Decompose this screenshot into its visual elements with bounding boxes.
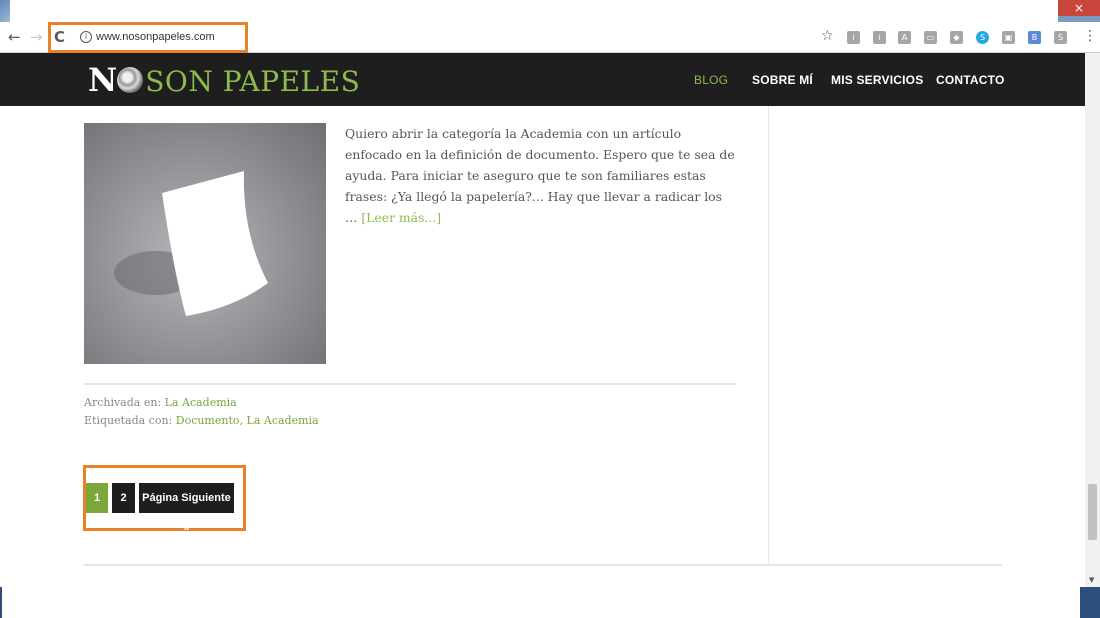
post-excerpt: Quiero abrir la categoría la Academia co…: [345, 123, 735, 228]
tag-link-documento[interactable]: Documento: [176, 414, 240, 427]
extension-icon[interactable]: i: [847, 31, 860, 44]
archived-in: Archivada en: La Academia: [84, 395, 237, 411]
extension-icon[interactable]: A: [898, 31, 911, 44]
browser-toolbar: ← → C i www.nosonpapeles.com ☆ i i A ▭ ◆…: [0, 22, 1100, 53]
page-scrollbar[interactable]: ▼: [1085, 53, 1100, 587]
scroll-down-arrow-icon[interactable]: ▼: [1089, 576, 1094, 584]
skype-extension-icon[interactable]: S: [976, 31, 989, 44]
extension-icon[interactable]: B: [1028, 31, 1041, 44]
taskbar-edge: [0, 587, 2, 618]
address-bar-url[interactable]: www.nosonpapeles.com: [96, 30, 215, 45]
browser-menu-icon[interactable]: ⋮: [1083, 28, 1097, 44]
tagged-with: Etiquetada con: Documento, La Academia: [84, 413, 319, 429]
floating-paper-icon: [114, 171, 268, 316]
nav-item-sobre-mi[interactable]: SOBRE MÍ: [752, 72, 813, 88]
category-link[interactable]: La Academia: [165, 396, 237, 409]
nav-item-blog[interactable]: BLOG: [694, 72, 728, 88]
nav-item-mis-servicios[interactable]: MIS SERVICIOS: [831, 72, 923, 88]
post-divider: [84, 383, 736, 385]
scrollbar-thumb[interactable]: [1088, 484, 1097, 540]
extension-icon[interactable]: i: [873, 31, 886, 44]
archived-label: Archivada en:: [84, 396, 165, 409]
page-2-button[interactable]: 2: [112, 483, 135, 513]
forward-arrow-icon[interactable]: →: [30, 28, 43, 46]
tagged-label: Etiquetada con:: [84, 414, 176, 427]
taskbar: [0, 587, 1100, 618]
taskbar-tray: [1080, 587, 1100, 618]
post-thumbnail-image[interactable]: [84, 123, 326, 364]
back-arrow-icon[interactable]: ←: [8, 28, 21, 46]
drive-extension-icon[interactable]: ◆: [950, 31, 963, 44]
page-1-button[interactable]: 1: [86, 483, 108, 513]
logo-letter-n: N: [88, 61, 118, 99]
bookmark-star-icon[interactable]: ☆: [821, 28, 834, 44]
read-more-link[interactable]: [Leer más...]: [361, 210, 441, 225]
pdf-extension-icon[interactable]: ▣: [1002, 31, 1015, 44]
skype-gray-extension-icon[interactable]: S: [1054, 31, 1067, 44]
site-header: N SON PAPELES BLOG SOBRE MÍ MIS SERVICIOS…: [0, 53, 1085, 106]
crumpled-paper-icon: [117, 67, 144, 93]
nav-item-contacto[interactable]: CONTACTO: [936, 72, 1005, 88]
window-edge: [0, 0, 10, 22]
logo-text: SON PAPELES: [145, 65, 361, 98]
window-title-strip: ×: [0, 0, 1100, 22]
window-close-button[interactable]: ×: [1058, 0, 1100, 16]
tag-link-la-academia[interactable]: La Academia: [247, 414, 319, 427]
next-page-button[interactable]: Página Siguiente »: [139, 483, 234, 534]
sidebar-divider: [768, 106, 769, 564]
tag-separator: ,: [239, 414, 247, 427]
footer-divider: [84, 564, 1002, 566]
extension-icon[interactable]: ▭: [924, 31, 937, 44]
site-info-icon[interactable]: i: [80, 31, 92, 43]
site-logo[interactable]: N SON PAPELES: [88, 60, 360, 100]
